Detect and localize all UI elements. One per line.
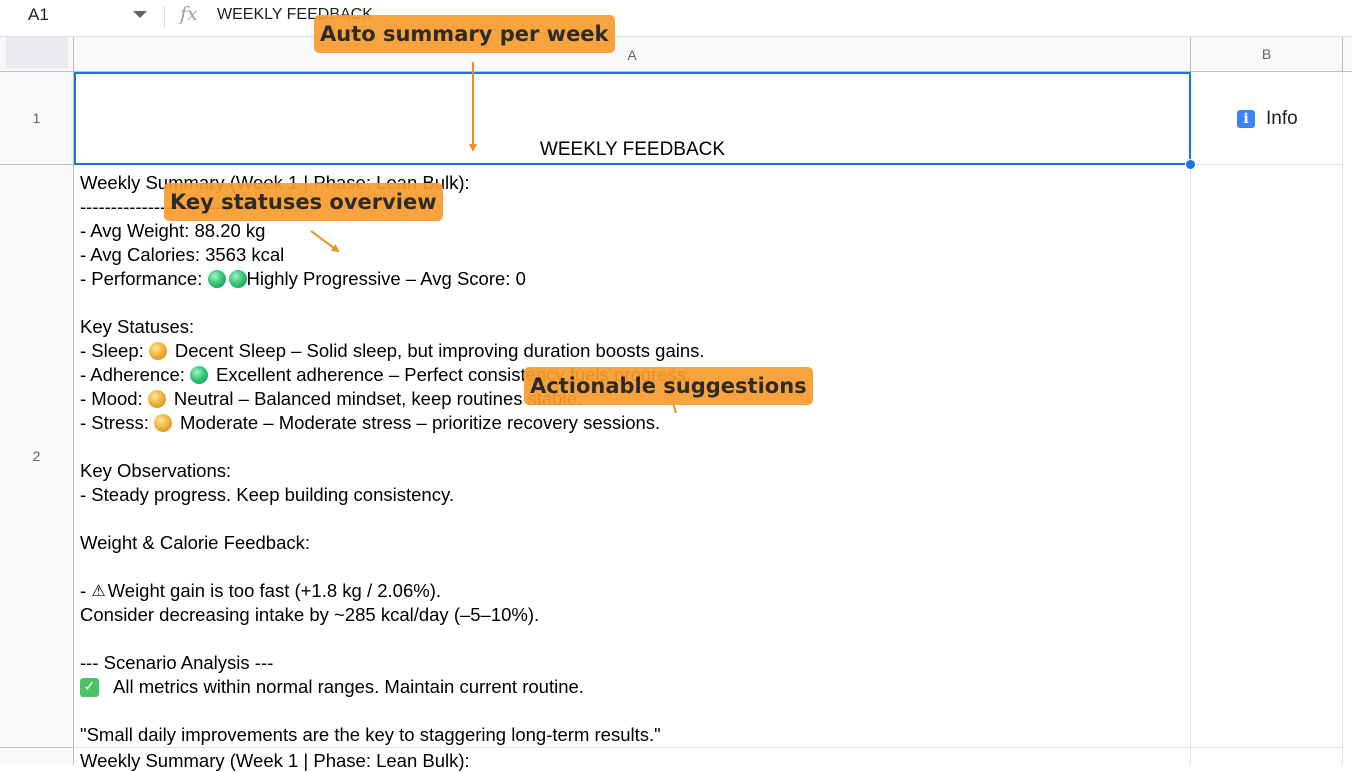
mood-status: Neutral – Balanced mindset, keep routine… bbox=[173, 388, 583, 409]
adherence-prefix: - Adherence: bbox=[80, 364, 191, 385]
performance-line: - Performance: Highly Progressive – Avg … bbox=[80, 267, 705, 291]
yellow-circle-icon bbox=[154, 414, 173, 432]
scenario-line: ✓ All metrics within normal ranges. Maint… bbox=[80, 675, 705, 699]
callout-key-statuses: Key statuses overview bbox=[164, 183, 443, 221]
performance-prefix: - Performance: bbox=[80, 268, 208, 289]
quote-line: "Small daily improvements are the key to… bbox=[80, 724, 661, 745]
observation-line: - Steady progress. Keep building consist… bbox=[80, 484, 454, 505]
performance-status: Highly Progressive – Avg Score: 0 bbox=[246, 268, 526, 289]
check-mark-icon: ✓ bbox=[80, 677, 99, 697]
fill-handle[interactable] bbox=[1185, 159, 1196, 170]
callout-auto-summary: Auto summary per week bbox=[314, 15, 615, 53]
green-circle-icon bbox=[228, 270, 247, 288]
scenario-text: All metrics within normal ranges. Mainta… bbox=[113, 676, 584, 697]
cell-b3[interactable] bbox=[1191, 748, 1343, 765]
sleep-line: - Sleep: Decent Sleep – Solid sleep, but… bbox=[80, 339, 705, 363]
info-label: Info bbox=[1266, 108, 1298, 129]
key-statuses-heading: Key Statuses: bbox=[80, 316, 195, 337]
column-header-a[interactable]: A bbox=[74, 37, 1191, 72]
intake-suggestion-line: Consider decreasing intake by ~285 kcal/… bbox=[80, 604, 540, 625]
information-icon: i bbox=[1237, 110, 1255, 128]
stress-prefix: - Stress: bbox=[80, 412, 155, 433]
green-circle-icon bbox=[190, 366, 209, 384]
select-all-corner-fill bbox=[6, 37, 68, 68]
scenario-heading: --- Scenario Analysis --- bbox=[80, 652, 274, 673]
avg-calories-line: - Avg Calories: 3563 kcal bbox=[80, 244, 285, 265]
name-box-dropdown-icon[interactable] bbox=[133, 11, 147, 18]
key-observations-heading: Key Observations: bbox=[80, 460, 232, 481]
row-header-2[interactable]: 2 bbox=[0, 165, 74, 748]
yellow-circle-icon bbox=[147, 390, 166, 408]
warning-prefix: - bbox=[80, 580, 92, 601]
info-button[interactable]: i Info bbox=[1237, 108, 1298, 130]
sleep-status: Decent Sleep – Solid sleep, but improvin… bbox=[174, 340, 705, 361]
weight-warning-line: - ⚠ Weight gain is too fast (+1.8 kg / 2.… bbox=[80, 579, 705, 603]
cell-a2-text: Weekly Summary (Week 1 | Phase: Lean Bul… bbox=[80, 171, 705, 747]
selection-border bbox=[74, 72, 1191, 165]
formula-bar-divider bbox=[164, 6, 165, 28]
green-circle-icon bbox=[207, 270, 226, 288]
weight-calorie-heading: Weight & Calorie Feedback: bbox=[80, 532, 310, 553]
yellow-circle-icon bbox=[148, 342, 167, 360]
column-header-b[interactable]: B bbox=[1191, 37, 1343, 72]
warning-icon: ⚠ bbox=[91, 581, 106, 600]
function-icon: fx bbox=[180, 3, 198, 25]
stress-line: - Stress: Moderate – Moderate stress – p… bbox=[80, 411, 705, 435]
formula-bar: A1 fx WEEKLY FEEDBACK bbox=[0, 0, 1352, 37]
cell-a3-text: Weekly Summary (Week 1 | Phase: Lean Bul… bbox=[80, 750, 470, 771]
mood-prefix: - Mood: bbox=[80, 388, 148, 409]
stress-status: Moderate – Moderate stress – prioritize … bbox=[180, 412, 661, 433]
callout-actionable-suggestions: Actionable suggestions bbox=[524, 367, 813, 405]
cell-b2[interactable] bbox=[1191, 165, 1343, 748]
warning-text: Weight gain is too fast (+1.8 kg / 2.06%… bbox=[107, 580, 442, 601]
name-box[interactable]: A1 bbox=[28, 5, 49, 25]
avg-weight-line: - Avg Weight: 88.20 kg bbox=[80, 220, 266, 241]
row-header-3[interactable] bbox=[0, 748, 74, 765]
row-header-1[interactable]: 1 bbox=[0, 72, 74, 165]
sleep-prefix: - Sleep: bbox=[80, 340, 149, 361]
column-header-c[interactable] bbox=[1343, 37, 1352, 72]
